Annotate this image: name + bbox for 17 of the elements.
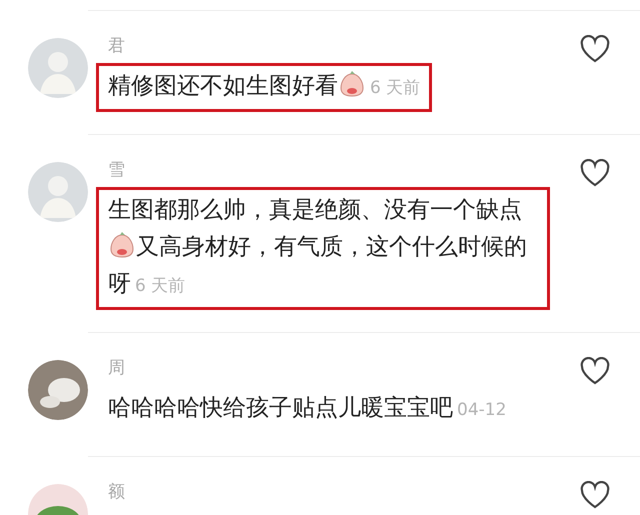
comment-text: 精修图还不如生图好看 6 天前 bbox=[108, 70, 420, 101]
avatar[interactable] bbox=[28, 360, 88, 420]
comment-time: 6 天前 bbox=[370, 78, 420, 98]
emoji-icon bbox=[110, 232, 134, 258]
user-name[interactable]: 周 bbox=[108, 357, 570, 379]
user-name[interactable]: 君 bbox=[108, 35, 570, 57]
comment-time: 04-12 bbox=[457, 400, 506, 420]
comment-time: 6 天前 bbox=[135, 276, 186, 296]
like-icon[interactable] bbox=[580, 35, 610, 63]
like-icon[interactable] bbox=[580, 481, 610, 509]
like-icon[interactable] bbox=[580, 159, 610, 187]
emoji-icon bbox=[340, 71, 364, 97]
user-name[interactable]: 雪 bbox=[108, 159, 570, 181]
like-icon[interactable] bbox=[580, 357, 610, 385]
comment-text: 生图都那么帅，真是绝颜、没有一个缺点 又高身材好，有气质，这个什么时候的呀 6 天前 bbox=[108, 196, 528, 299]
comment-text: 哈哈哈哈快给孩子贴点儿暖宝宝吧 04-12 bbox=[108, 394, 508, 423]
user-name[interactable]: 额 bbox=[108, 481, 570, 503]
